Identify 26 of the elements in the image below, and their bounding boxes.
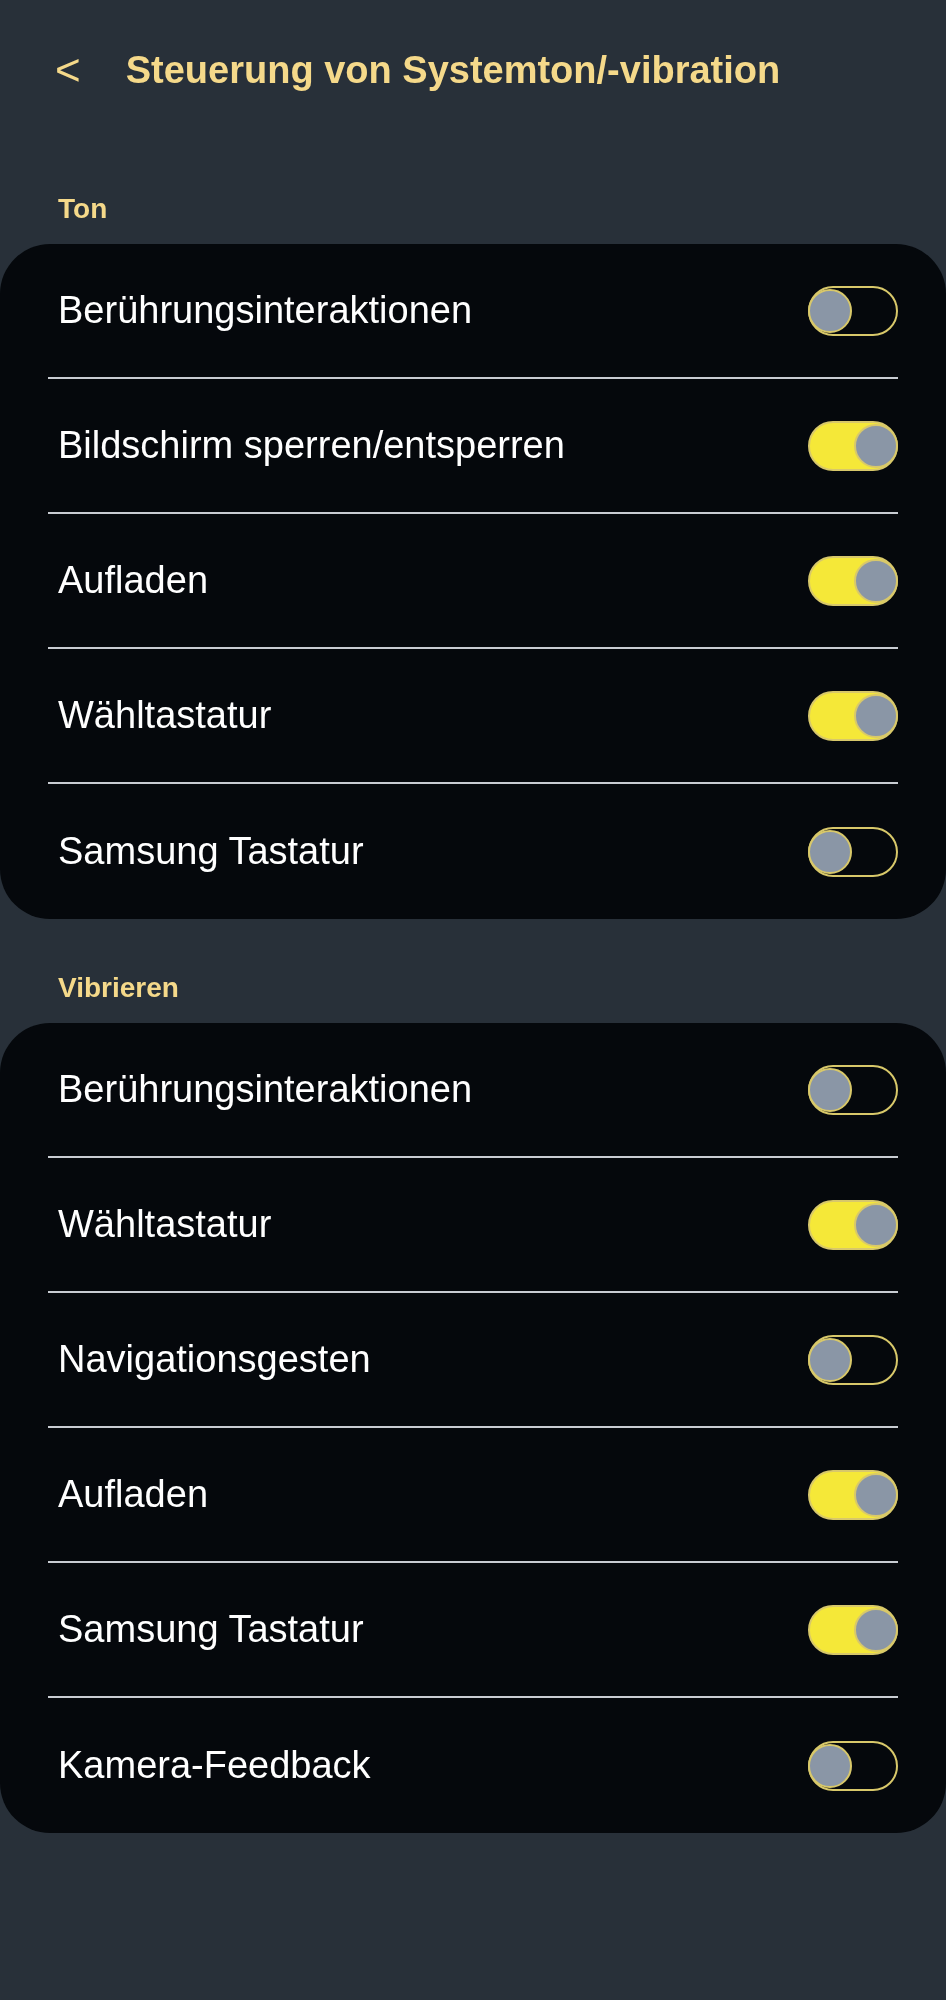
toggle-switch[interactable] (808, 1604, 898, 1655)
section-header: Vibrieren (58, 972, 179, 1003)
setting-label: Aufladen (57, 1472, 208, 1517)
setting-label: Samsung Tastatur (57, 829, 364, 874)
setting-label: Kamera-Feedback (57, 1743, 371, 1788)
toggle-switch[interactable] (808, 1740, 898, 1791)
setting-label: Wähltastatur (57, 1202, 272, 1247)
section-header: Ton (58, 193, 108, 224)
setting-label: Berührungsinteraktionen (57, 1067, 473, 1112)
setting-label: Navigationsgesten (57, 1337, 371, 1382)
setting-label: Wähltastatur (57, 693, 272, 738)
toggle-switch[interactable] (808, 420, 898, 471)
toggle-switch[interactable] (808, 555, 898, 606)
toggle-switch[interactable] (808, 1064, 898, 1115)
setting-label: Bildschirm sperren/entsperren (57, 423, 565, 468)
setting-label: Samsung Tastatur (57, 1607, 364, 1652)
setting-label: Aufladen (57, 558, 208, 603)
toggle-switch[interactable] (808, 1334, 898, 1385)
toggle-switch[interactable] (808, 1469, 898, 1520)
setting-label: Berührungsinteraktionen (57, 288, 473, 333)
toggle-switch[interactable] (808, 690, 898, 741)
toggle-switch[interactable] (808, 285, 898, 336)
back-button[interactable]: < (55, 48, 81, 92)
toggle-switch[interactable] (808, 1199, 898, 1250)
toggle-switch[interactable] (808, 826, 898, 877)
page-title: Steuerung von Systemton/-vibration (125, 47, 781, 93)
